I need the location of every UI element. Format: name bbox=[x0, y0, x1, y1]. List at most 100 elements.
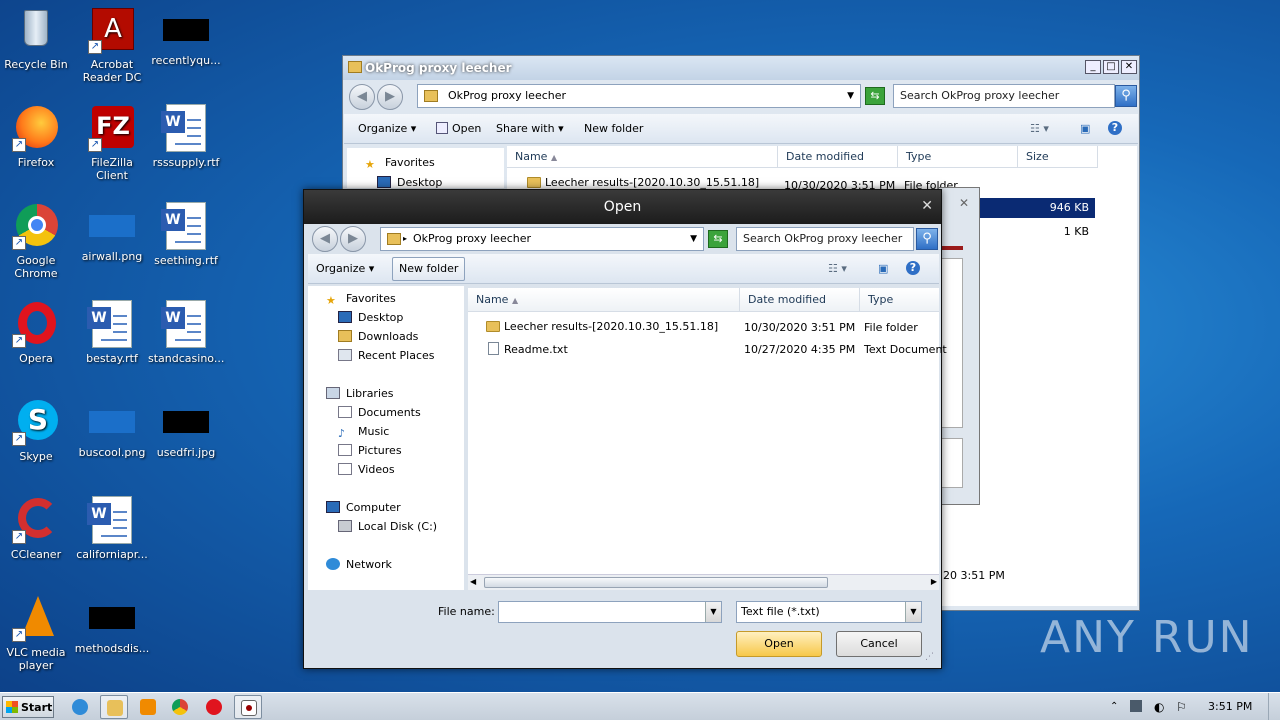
desktop-icon-methodsdis[interactable]: methodsdis... bbox=[74, 594, 150, 684]
column-size[interactable]: Size bbox=[1018, 146, 1098, 168]
column-name[interactable]: Name ▲ bbox=[507, 146, 778, 168]
search-icon[interactable]: ⚲ bbox=[916, 228, 938, 250]
desktop-icon-skype[interactable]: S ↗ Skype bbox=[0, 398, 74, 488]
address-bar[interactable]: OkProg proxy leecher ▼ bbox=[417, 84, 861, 108]
nav-documents[interactable]: Documents bbox=[338, 404, 421, 422]
column-name[interactable]: Name ▲ bbox=[468, 288, 740, 312]
desktop-icon-rsssupply[interactable]: W rsssupply.rtf bbox=[148, 104, 224, 194]
desktop-icon-ccleaner[interactable]: ↗ CCleaner bbox=[0, 496, 74, 586]
file-type-select[interactable]: Text file (*.txt) ▼ bbox=[736, 601, 922, 623]
volume-tray-icon[interactable]: ◐ bbox=[1154, 696, 1164, 718]
desktop-icon-airwall[interactable]: airwall.png bbox=[74, 202, 150, 292]
refresh-icon[interactable]: ⇆ bbox=[708, 230, 728, 248]
desktop-icon-chrome[interactable]: ↗ Google Chrome bbox=[0, 202, 74, 292]
horizontal-scrollbar[interactable]: ◀ ▶ bbox=[468, 574, 939, 590]
organize-menu[interactable]: Organize ▾ bbox=[316, 262, 374, 275]
clock[interactable]: 3:51 PM bbox=[1208, 696, 1252, 718]
forward-button[interactable]: ▶ bbox=[340, 226, 366, 252]
search-input[interactable]: Search OkProg proxy leecher bbox=[736, 227, 914, 251]
nav-libraries[interactable]: Libraries bbox=[326, 385, 394, 403]
nav-computer[interactable]: Computer bbox=[326, 499, 401, 517]
open-menu[interactable]: Open bbox=[436, 122, 481, 135]
nav-local-disk[interactable]: Local Disk (C:) bbox=[338, 518, 437, 536]
media-player-icon[interactable] bbox=[134, 695, 162, 719]
app-taskbar-icon[interactable] bbox=[234, 695, 262, 719]
desktop-icon-recycle-bin[interactable]: Recycle Bin bbox=[0, 6, 74, 96]
tray-expand-icon[interactable]: ⌃ bbox=[1110, 696, 1118, 718]
desktop-icon-bestay[interactable]: W bestay.rtf bbox=[74, 300, 150, 390]
nav-music[interactable]: ♪ Music bbox=[338, 423, 389, 441]
column-type[interactable]: Type bbox=[898, 146, 1018, 168]
nav-recent-places[interactable]: Recent Places bbox=[338, 347, 435, 365]
resize-grip-icon[interactable]: ⋰ bbox=[925, 652, 935, 662]
desktop-icon-acrobat[interactable]: A ↗ Acrobat Reader DC bbox=[74, 6, 150, 96]
forward-button[interactable]: ▶ bbox=[377, 84, 403, 110]
nav-network[interactable]: Network bbox=[326, 556, 392, 574]
background-dialog-close-icon[interactable]: ✕ bbox=[959, 196, 969, 210]
scroll-left-arrow[interactable]: ◀ bbox=[470, 577, 476, 586]
column-type[interactable]: Type bbox=[860, 288, 939, 312]
opera-taskbar-icon[interactable] bbox=[200, 695, 228, 719]
start-button[interactable]: Start bbox=[2, 696, 54, 718]
preview-pane-icon[interactable]: ▣ bbox=[878, 262, 888, 275]
nav-desktop[interactable]: Desktop bbox=[338, 309, 403, 327]
search-input[interactable]: Search OkProg proxy leecher bbox=[893, 84, 1115, 108]
explorer-titlebar[interactable]: OkProg proxy leecher bbox=[343, 56, 1139, 80]
open-dialog[interactable]: Open ✕ ◀ ▶ ▸ OkProg proxy leecher ▼ ⇆ Se… bbox=[303, 189, 947, 669]
close-button[interactable]: ✕ bbox=[1121, 60, 1137, 74]
view-options-icon[interactable]: ☷ ▾ bbox=[828, 262, 847, 275]
share-with-menu[interactable]: Share with ▾ bbox=[496, 122, 564, 135]
organize-menu[interactable]: Organize ▾ bbox=[358, 122, 416, 135]
file-row[interactable]: Leecher results-[2020.10.30_15.51.18] bbox=[527, 176, 759, 189]
chevron-down-icon[interactable]: ▼ bbox=[905, 602, 921, 622]
maximize-button[interactable]: □ bbox=[1103, 60, 1119, 74]
chrome-taskbar-icon[interactable] bbox=[166, 695, 194, 719]
nav-favorites[interactable]: ★ Favorites bbox=[326, 290, 396, 308]
scrollbar-thumb[interactable] bbox=[484, 577, 828, 588]
minimize-button[interactable]: _ bbox=[1085, 60, 1101, 74]
desktop-icon-seething[interactable]: W seething.rtf bbox=[148, 202, 224, 292]
selected-row-size[interactable]: 946 KB bbox=[977, 198, 1095, 218]
cancel-button[interactable]: Cancel bbox=[836, 631, 922, 657]
back-button[interactable]: ◀ bbox=[312, 226, 338, 252]
column-date[interactable]: Date modified bbox=[740, 288, 860, 312]
chevron-down-icon[interactable]: ▼ bbox=[847, 85, 854, 107]
desktop-icon-californiapr[interactable]: W californiapr... bbox=[74, 496, 150, 586]
open-button[interactable]: Open bbox=[736, 631, 822, 657]
desktop-icon-opera[interactable]: ↗ Opera bbox=[0, 300, 74, 390]
help-icon[interactable]: ? bbox=[906, 261, 920, 275]
desktop-icon-standcasino[interactable]: W standcasino... bbox=[148, 300, 224, 390]
file-row[interactable]: Readme.txt bbox=[488, 342, 568, 356]
close-icon[interactable]: ✕ bbox=[921, 198, 933, 214]
nav-pictures[interactable]: Pictures bbox=[338, 442, 402, 460]
show-desktop-button[interactable] bbox=[1268, 693, 1280, 720]
address-bar[interactable]: ▸ OkProg proxy leecher ▼ bbox=[380, 227, 704, 251]
new-folder-button[interactable]: New folder bbox=[392, 257, 466, 281]
nav-videos[interactable]: Videos bbox=[338, 461, 395, 479]
search-icon[interactable]: ⚲ bbox=[1115, 85, 1137, 107]
desktop-icon-recentlyqu[interactable]: recentlyqu... bbox=[148, 6, 224, 96]
file-name-input[interactable]: ▼ bbox=[498, 601, 722, 623]
new-folder-button[interactable]: New folder bbox=[584, 122, 643, 135]
file-row[interactable]: Leecher results-[2020.10.30_15.51.18] bbox=[486, 320, 718, 333]
desktop-icon-buscool[interactable]: buscool.png bbox=[74, 398, 150, 488]
desktop-icon-usedfri[interactable]: usedfri.jpg bbox=[148, 398, 224, 488]
chevron-down-icon[interactable]: ▼ bbox=[690, 228, 697, 250]
preview-pane-icon[interactable]: ▣ bbox=[1080, 122, 1090, 135]
scroll-right-arrow[interactable]: ▶ bbox=[931, 577, 937, 586]
view-options-icon[interactable]: ☷ ▾ bbox=[1030, 122, 1049, 135]
chevron-down-icon[interactable]: ▼ bbox=[705, 602, 721, 622]
help-icon[interactable]: ? bbox=[1108, 121, 1122, 135]
explorer-taskbar-icon[interactable] bbox=[100, 695, 128, 719]
flag-tray-icon[interactable]: ⚐ bbox=[1176, 696, 1187, 718]
refresh-icon[interactable]: ⇆ bbox=[865, 87, 885, 105]
desktop-icon-vlc[interactable]: ↗ VLC media player bbox=[0, 594, 74, 684]
column-date[interactable]: Date modified bbox=[778, 146, 898, 168]
nav-downloads[interactable]: Downloads bbox=[338, 328, 418, 346]
desktop-icon-firefox[interactable]: ↗ Firefox bbox=[0, 104, 74, 194]
internet-explorer-icon[interactable] bbox=[66, 695, 94, 719]
back-button[interactable]: ◀ bbox=[349, 84, 375, 110]
desktop-icon-filezilla[interactable]: FZ ↗ FileZilla Client bbox=[74, 104, 150, 194]
nav-favorites[interactable]: ★ Favorites bbox=[365, 154, 435, 172]
network-tray-icon[interactable] bbox=[1130, 696, 1144, 718]
